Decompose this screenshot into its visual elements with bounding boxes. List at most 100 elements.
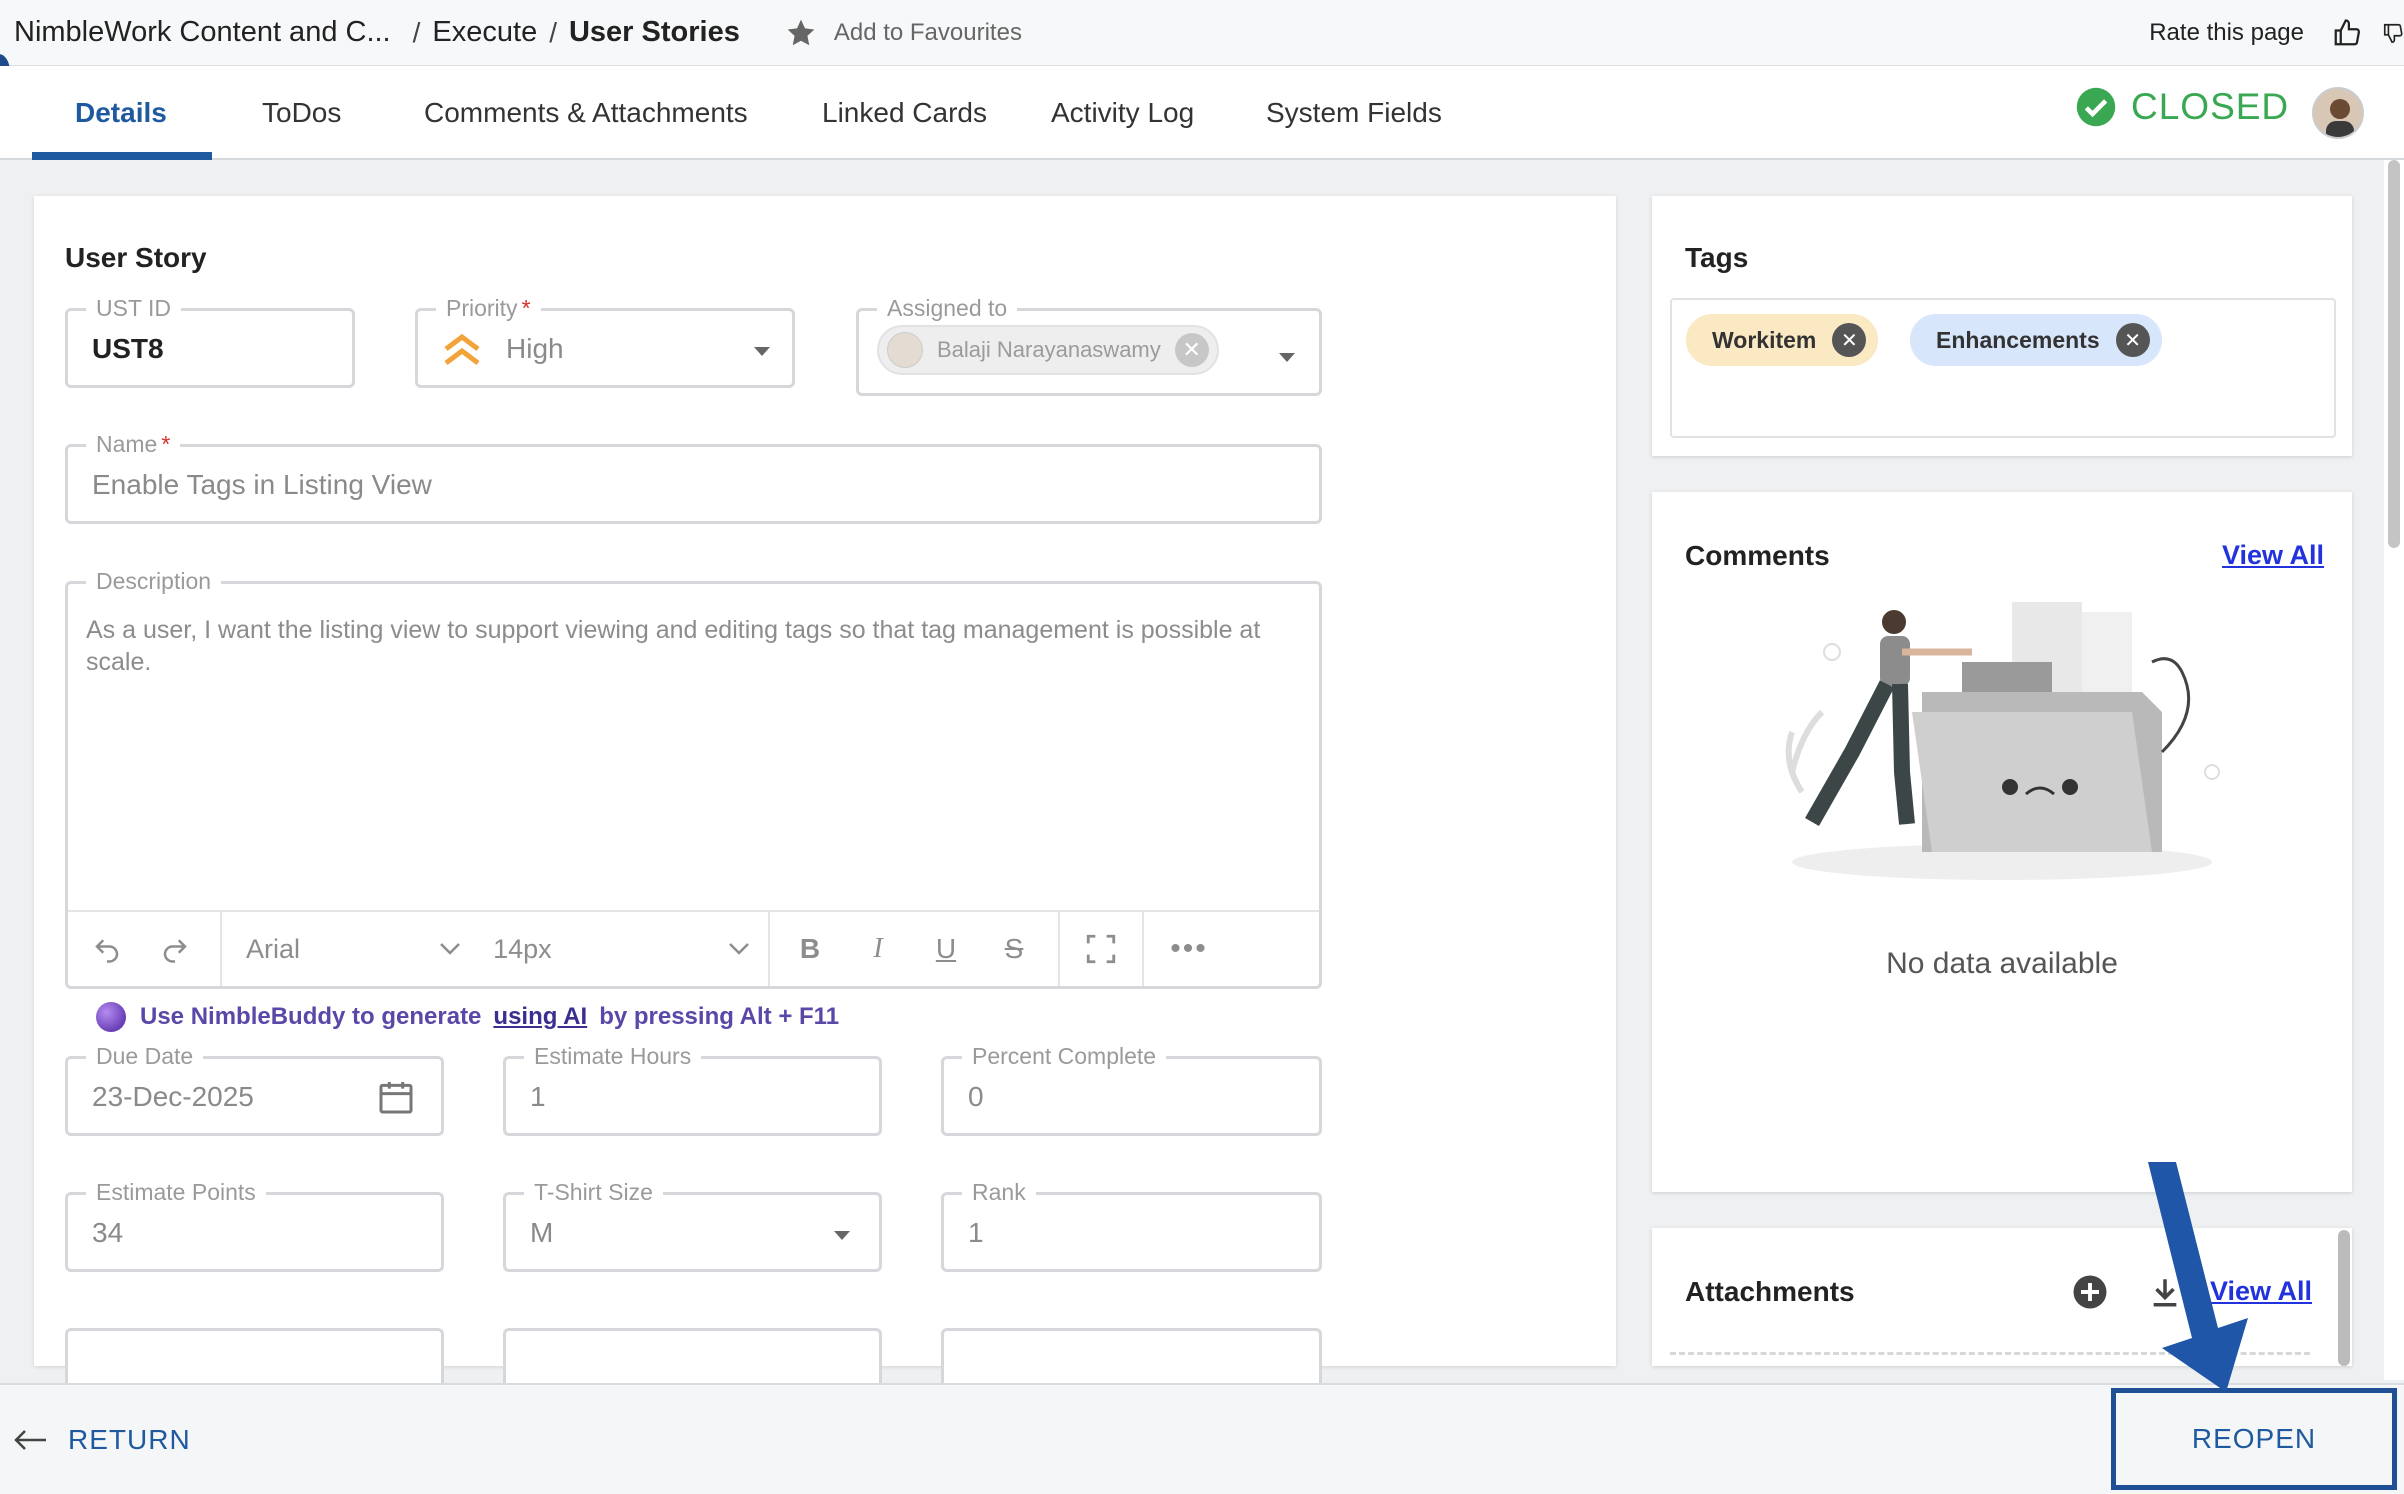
attachments-scrollbar[interactable] — [2338, 1230, 2350, 1366]
assigned-to-label: Assigned to — [877, 294, 1018, 322]
priority-select[interactable]: Priority * High — [415, 294, 795, 388]
page-scrollbar-thumb[interactable] — [2388, 160, 2400, 548]
name-field[interactable]: Name * Enable Tags in Listing View — [65, 430, 1322, 524]
empty-state-illustration — [1785, 602, 2220, 880]
rank-field[interactable]: Rank 1 — [941, 1178, 1322, 1272]
tshirt-size-value: M — [530, 1217, 554, 1248]
chevron-down-icon — [754, 347, 770, 356]
tags-input[interactable]: Workitem ✕ Enhancements ✕ — [1670, 298, 2336, 438]
fullscreen-icon[interactable] — [1084, 932, 1118, 966]
due-date-label: Due Date — [86, 1042, 204, 1070]
thumbs-up-icon[interactable] — [2330, 16, 2364, 50]
breadcrumb-separator: / — [412, 16, 421, 48]
remove-tag-icon[interactable]: ✕ — [2115, 323, 2150, 357]
comments-view-all-link[interactable]: View All — [2222, 540, 2324, 571]
return-button[interactable]: RETURN — [14, 1385, 191, 1494]
tags-panel: Tags Workitem ✕ Enhancements ✕ — [1652, 196, 2352, 456]
priority-label: Priority * — [436, 294, 541, 322]
format-group: B I U S — [770, 912, 1060, 986]
add-to-favourites-button[interactable]: Add to Favourites — [784, 17, 1022, 49]
return-label: RETURN — [68, 1423, 191, 1455]
nimblebuddy-icon — [96, 1002, 126, 1032]
remove-assignee-icon[interactable]: ✕ — [1174, 333, 1209, 367]
tab-system-fields[interactable]: System Fields — [1266, 66, 1442, 160]
tab-linked-cards[interactable]: Linked Cards — [822, 66, 987, 160]
description-editor[interactable]: Description As a user, I want the listin… — [65, 567, 1322, 989]
status-label: CLOSED — [2131, 86, 2290, 127]
rate-page: Rate this page — [2149, 0, 2404, 66]
tab-activity-log[interactable]: Activity Log — [1051, 66, 1194, 160]
nimblebuddy-prefix: Use NimbleBuddy to generate — [140, 1003, 482, 1030]
name-value: Enable Tags in Listing View — [92, 469, 432, 500]
underline-icon[interactable]: U — [912, 933, 980, 965]
annotation-arrow-icon — [2148, 1162, 2248, 1392]
ust-id-value: UST8 — [92, 333, 164, 364]
rank-label: Rank — [962, 1178, 1036, 1206]
arrow-left-icon — [14, 1429, 46, 1450]
tab-details[interactable]: Details — [75, 66, 167, 160]
priority-high-icon — [444, 333, 480, 365]
nimblebuddy-link[interactable]: using AI — [493, 1003, 587, 1031]
description-label: Description — [86, 567, 222, 595]
italic-icon[interactable]: I — [844, 933, 912, 965]
tab-todos[interactable]: ToDos — [262, 66, 341, 160]
comments-panel: Comments View All No data available — [1652, 492, 2352, 1192]
bold-icon[interactable]: B — [776, 933, 844, 965]
breadcrumb-separator: / — [549, 16, 557, 48]
favourites-label: Add to Favourites — [833, 18, 1022, 46]
status-badge: CLOSED — [2075, 86, 2289, 128]
view-group — [1060, 912, 1144, 986]
rank-value: 1 — [968, 1217, 984, 1248]
estimate-points-field[interactable]: Estimate Points 34 — [65, 1178, 444, 1272]
percent-complete-field[interactable]: Percent Complete 0 — [941, 1042, 1322, 1136]
priority-value: High — [506, 333, 564, 364]
redo-icon[interactable] — [145, 934, 205, 964]
user-avatar[interactable] — [2312, 87, 2364, 139]
reopen-button[interactable]: REOPEN — [2111, 1388, 2397, 1490]
estimate-hours-label: Estimate Hours — [524, 1042, 702, 1070]
user-story-form: User Story UST ID UST8 Priority * High As… — [34, 196, 1616, 1408]
rate-label: Rate this page — [2149, 19, 2304, 46]
thumbs-down-icon[interactable] — [2382, 16, 2404, 50]
top-bar: NimbleWork Content and C... / Execute / … — [0, 0, 2404, 66]
attachments-title: Attachments — [1685, 1276, 1855, 1307]
assignee-chip: Balaji Narayanaswamy ✕ — [877, 325, 1219, 375]
assignee-avatar — [887, 332, 923, 368]
undo-icon[interactable] — [68, 934, 145, 964]
breadcrumb-current: User Stories — [568, 16, 740, 48]
check-circle-icon — [2076, 87, 2116, 127]
strikethrough-icon[interactable]: S — [980, 933, 1048, 965]
more-options-icon[interactable]: ••• — [1144, 932, 1234, 966]
percent-complete-label: Percent Complete — [962, 1042, 1167, 1070]
percent-complete-value: 0 — [968, 1081, 984, 1112]
font-family-select[interactable]: Arial — [222, 934, 479, 965]
font-size-select[interactable]: 14px — [479, 934, 768, 965]
chevron-down-icon — [1279, 353, 1295, 362]
add-attachment-icon[interactable] — [2072, 1274, 2108, 1310]
estimate-hours-field[interactable]: Estimate Hours 1 — [503, 1042, 882, 1136]
tshirt-size-select[interactable]: T-Shirt Size M — [503, 1178, 882, 1272]
chevron-down-icon — [834, 1231, 850, 1240]
description-text[interactable]: As a user, I want the listing view to su… — [86, 614, 1286, 678]
tag-label: Workitem — [1712, 326, 1817, 353]
assigned-to-select[interactable]: Assigned to Balaji Narayanaswamy ✕ — [856, 294, 1322, 396]
due-date-field[interactable]: Due Date 23-Dec-2025 — [65, 1042, 444, 1136]
remove-tag-icon[interactable]: ✕ — [1832, 323, 1867, 357]
breadcrumb-section[interactable]: Execute — [432, 16, 537, 49]
calendar-icon[interactable] — [376, 1077, 416, 1117]
tags-title: Tags — [1685, 242, 1749, 273]
tab-bar: Details ToDos Comments & Attachments Lin… — [0, 66, 2404, 160]
section-title: User Story — [65, 242, 207, 273]
editor-toolbar: Arial 14px B I U S ••• — [68, 910, 1319, 986]
ust-id-field[interactable]: UST ID UST8 — [65, 294, 355, 388]
history-group — [68, 912, 222, 986]
breadcrumb-project[interactable]: NimbleWork Content and C... — [14, 16, 391, 49]
tag-chip: Workitem ✕ — [1686, 314, 1879, 366]
ust-id-label: UST ID — [86, 294, 181, 322]
tab-comments-attachments[interactable]: Comments & Attachments — [424, 66, 748, 160]
nimblebuddy-suffix: by pressing Alt + F11 — [599, 1003, 840, 1030]
estimate-hours-value: 1 — [530, 1081, 546, 1112]
active-tab-indicator — [32, 152, 212, 160]
font-size-value: 14px — [493, 933, 552, 964]
assignee-name: Balaji Narayanaswamy — [937, 337, 1161, 362]
